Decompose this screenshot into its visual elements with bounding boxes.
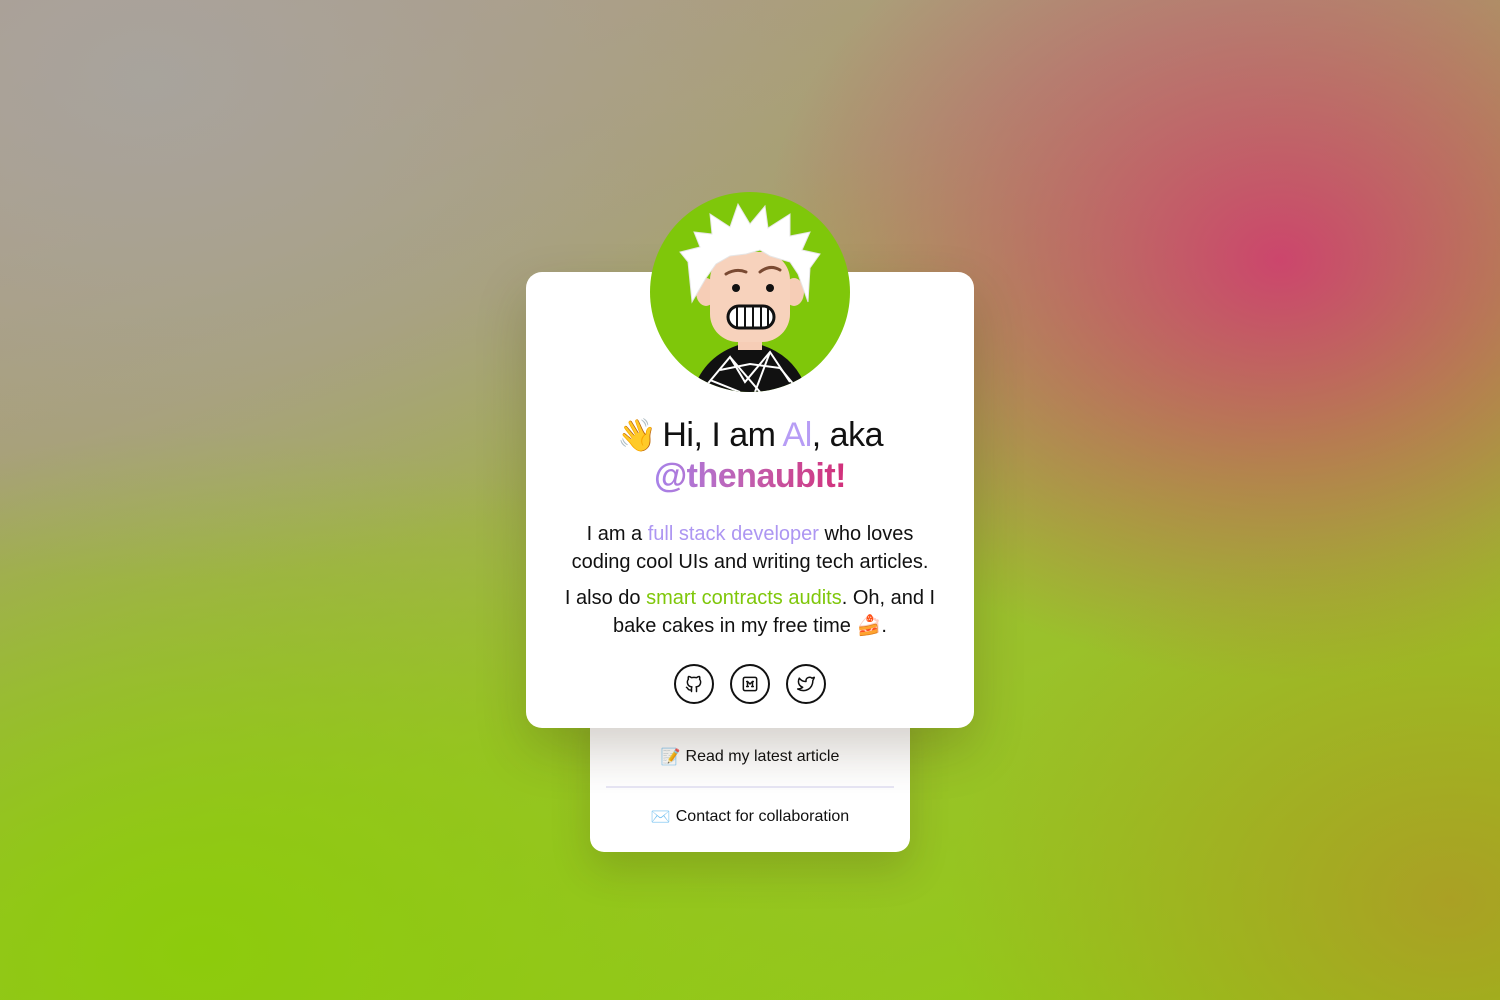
read-article-label: Read my latest article [685,748,840,765]
bio2-prefix: I also do [564,587,647,609]
greeting-prefix: Hi, I am [662,416,783,454]
waving-hand-icon: 👋 [617,417,657,453]
github-button[interactable] [674,664,714,704]
github-icon [685,675,702,693]
twitter-icon [796,676,816,692]
envelope-icon: ✉️ [650,809,671,826]
name-highlight: Al [782,416,813,454]
avatar-illustration [679,202,821,392]
cake-icon: 🍰 [856,615,882,637]
medium-icon [742,676,758,692]
read-article-link[interactable]: 📝 Read my latest article [590,728,910,786]
bio-paragraph-2: I also do smart contracts audits. Oh, an… [556,584,944,640]
greeting-suffix: , aka [811,416,884,454]
medium-button[interactable] [730,664,770,704]
twitter-button[interactable] [786,664,826,704]
greeting-heading: 👋 Hi, I am Al, aka @thenaubit! [526,415,974,497]
contact-label: Contact for collaboration [675,808,850,825]
contact-link[interactable]: ✉️ Contact for collaboration [590,788,910,846]
bio1-prefix: I am a [586,523,648,545]
memo-icon: 📝 [660,749,681,766]
social-links [526,664,974,704]
handle: @thenaubit! [654,457,846,495]
avatar [650,192,850,392]
bio2-end: . [881,615,887,637]
full-stack-link[interactable]: full stack developer [648,523,819,545]
smart-contracts-link[interactable]: smart contracts audits [646,587,842,609]
bio-paragraph-1: I am a full stack developer who loves co… [556,520,944,576]
